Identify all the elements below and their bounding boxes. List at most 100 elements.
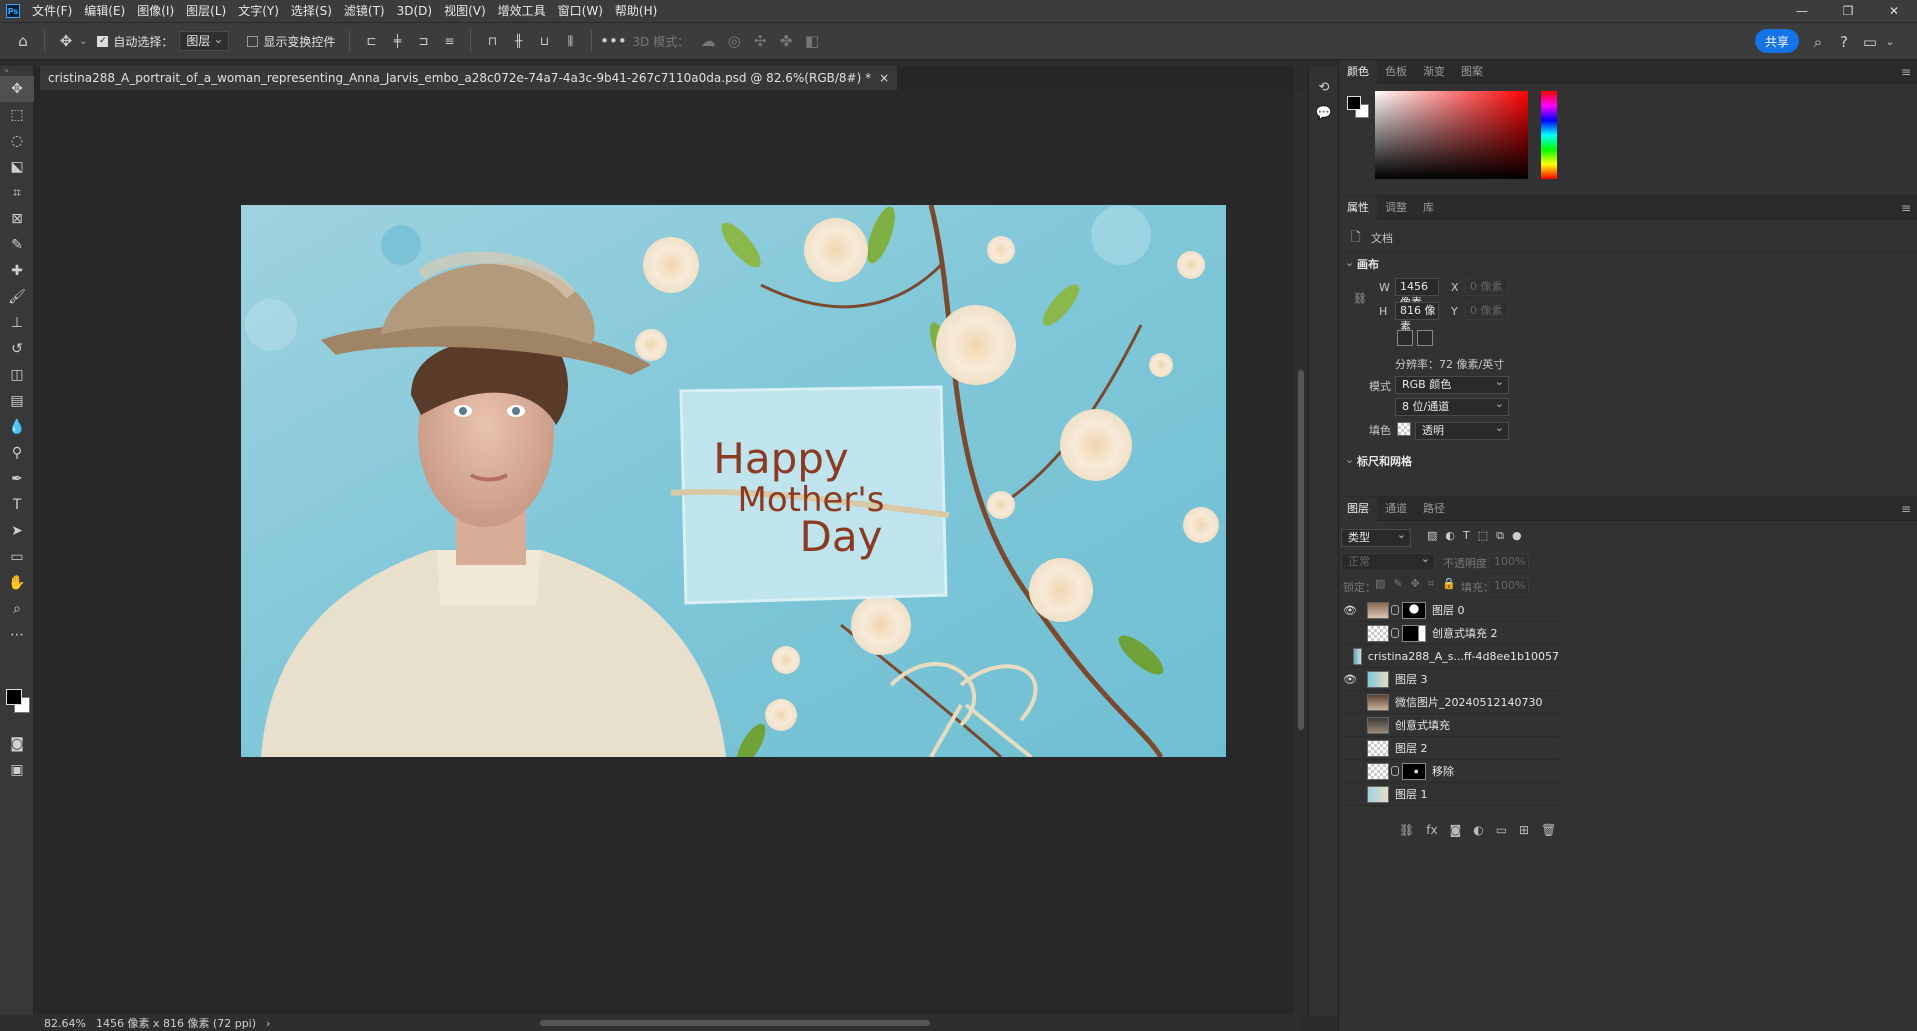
tab-swatches[interactable]: 色板 — [1377, 60, 1415, 84]
align-right-icon[interactable]: ⊐ — [410, 28, 436, 54]
edit-toolbar-icon[interactable]: ⋯ — [0, 622, 34, 648]
brush-tool-icon[interactable]: 🖌 — [0, 284, 34, 310]
layer-name[interactable]: 图层 1 — [1395, 786, 1428, 802]
object-select-tool-icon[interactable]: ⬕ — [0, 154, 34, 180]
menu-type[interactable]: 文字(Y) — [232, 0, 285, 22]
zoom-tool-icon[interactable]: ⌕ — [0, 596, 34, 622]
link-dimensions-icon[interactable]: ⛓ — [1353, 292, 1367, 305]
gradient-tool-icon[interactable]: ▤ — [0, 388, 34, 414]
close-tab-icon[interactable]: × — [879, 66, 889, 90]
menu-plugins[interactable]: 增效工具 — [492, 0, 552, 22]
color-mode-dropdown[interactable]: RGB 颜色 — [1395, 374, 1509, 394]
layer-name[interactable]: 图层 3 — [1395, 671, 1428, 687]
workspace-icon[interactable]: ▭ — [1857, 29, 1883, 55]
menu-help[interactable]: 帮助(H) — [609, 0, 663, 22]
menu-file[interactable]: 文件(F) — [26, 0, 78, 22]
hand-tool-icon[interactable]: ✋ — [0, 570, 34, 596]
hue-slider[interactable] — [1541, 91, 1557, 179]
layer-style-icon[interactable]: fx — [1426, 823, 1437, 837]
new-layer-icon[interactable]: ⊞ — [1519, 823, 1529, 837]
eraser-tool-icon[interactable]: ◫ — [0, 362, 34, 388]
crop-tool-icon[interactable]: ⌗ — [0, 180, 34, 206]
landscape-orientation-icon[interactable] — [1417, 330, 1433, 346]
layer-filter-type-dropdown[interactable]: 类型 — [1341, 527, 1411, 547]
show-transform-checkbox[interactable] — [247, 35, 259, 47]
rulers-grids-section-title[interactable]: 标尺和网格 — [1357, 453, 1412, 469]
filter-shape-icon[interactable]: ⬚ — [1478, 529, 1488, 543]
dodge-tool-icon[interactable]: ⚲ — [0, 440, 34, 466]
tab-layers[interactable]: 图层 — [1339, 496, 1377, 521]
move-tool-icon[interactable]: ✥ — [53, 28, 79, 54]
layer-mask-thumbnail[interactable] — [1402, 762, 1426, 780]
filter-smart-object-icon[interactable]: ⧉ — [1496, 529, 1504, 543]
align-bottom-icon[interactable]: ⊔ — [531, 28, 557, 54]
adjustment-layer-icon[interactable]: ◐ — [1473, 823, 1483, 837]
status-menu-arrow-icon[interactable]: › — [266, 1017, 270, 1030]
tab-color[interactable]: 颜色 — [1339, 59, 1377, 84]
layer-name[interactable]: 微信图片_20240512140730 — [1395, 694, 1542, 710]
tool-preset-chevron-icon[interactable]: ⌄ — [79, 36, 87, 47]
layer-mask-thumbnail[interactable] — [1402, 601, 1426, 619]
align-left-icon[interactable]: ⊏ — [358, 28, 384, 54]
move-tool-icon[interactable]: ✥ — [0, 76, 34, 102]
fill-color-dropdown[interactable]: 透明 — [1415, 420, 1509, 440]
foreground-color-swatch[interactable] — [6, 689, 22, 705]
layer-name[interactable]: 图层 2 — [1395, 740, 1428, 756]
bit-depth-dropdown[interactable]: 8 位/通道 — [1395, 396, 1509, 416]
menu-window[interactable]: 窗口(W) — [552, 0, 609, 22]
document-tab[interactable]: cristina288_A_portrait_of_a_woman_repres… — [40, 66, 898, 90]
menu-layer[interactable]: 图层(L) — [180, 0, 232, 22]
expand-toolbar-icon[interactable]: » — [0, 66, 33, 76]
delete-layer-icon[interactable]: 🗑 — [1541, 823, 1556, 837]
link-layers-icon[interactable]: ⛓ — [1399, 823, 1414, 837]
layer-row[interactable]: cristina288_A_s...ff-4d8ee1b10057 — [1339, 645, 1559, 668]
auto-select-checkbox[interactable]: ✓ — [97, 35, 109, 47]
menu-view[interactable]: 视图(V) — [438, 0, 492, 22]
align-vcenter-icon[interactable]: ╫ — [505, 28, 531, 54]
layer-row[interactable]: 👁 图层 0 — [1339, 599, 1559, 622]
home-icon[interactable]: ⌂ — [10, 28, 36, 54]
vertical-scrollbar[interactable] — [1294, 90, 1308, 1014]
visibility-eye-icon[interactable]: 👁 — [1339, 673, 1361, 686]
layer-name[interactable]: 创意式填充 — [1395, 717, 1450, 733]
frame-tool-icon[interactable]: ⊠ — [0, 206, 34, 232]
rulers-collapse-icon[interactable]: ⌄ — [1345, 453, 1354, 466]
layer-row[interactable]: 微信图片_20240512140730 — [1339, 691, 1559, 714]
tab-libraries[interactable]: 库 — [1415, 196, 1442, 220]
share-button[interactable]: 共享 — [1755, 29, 1799, 53]
distribute-horizontal-icon[interactable]: ⫼ — [557, 28, 583, 54]
layer-row[interactable]: 👁 图层 3 — [1339, 668, 1559, 691]
tab-properties[interactable]: 属性 — [1339, 195, 1377, 220]
auto-select-target-dropdown[interactable]: 图层 — [179, 30, 230, 51]
layer-row[interactable]: 移除 — [1339, 760, 1559, 783]
mask-link-icon[interactable] — [1391, 605, 1399, 615]
more-options-icon[interactable]: ••• — [600, 28, 627, 54]
tab-paths[interactable]: 路径 — [1415, 497, 1453, 521]
tab-gradients[interactable]: 渐变 — [1415, 60, 1453, 84]
help-icon[interactable]: ? — [1831, 29, 1857, 55]
layer-name[interactable]: cristina288_A_s...ff-4d8ee1b10057 — [1368, 650, 1559, 663]
tab-adjustments[interactable]: 调整 — [1377, 196, 1415, 220]
lasso-tool-icon[interactable]: ◌ — [0, 128, 34, 154]
close-button[interactable]: ✕ — [1871, 0, 1917, 22]
layer-name[interactable]: 图层 0 — [1432, 602, 1465, 618]
marquee-tool-icon[interactable]: ⬚ — [0, 102, 34, 128]
menu-select[interactable]: 选择(S) — [285, 0, 338, 22]
menu-3d[interactable]: 3D(D) — [391, 0, 438, 22]
visibility-eye-icon[interactable]: 👁 — [1339, 604, 1361, 617]
filter-adjustment-icon[interactable]: ◐ — [1445, 529, 1455, 543]
layer-row[interactable]: 创意式填充 — [1339, 714, 1559, 737]
panel-menu-icon[interactable]: ≡ — [1901, 497, 1911, 521]
tab-patterns[interactable]: 图案 — [1453, 60, 1491, 84]
layer-mask-thumbnail[interactable] — [1402, 624, 1426, 642]
search-icon[interactable]: ⌕ — [1805, 29, 1831, 55]
screen-mode-icon[interactable]: ▣ — [0, 757, 34, 783]
portrait-orientation-icon[interactable] — [1397, 330, 1413, 346]
filter-toggle-icon[interactable]: ● — [1512, 529, 1522, 543]
canvas-section-title[interactable]: 画布 — [1357, 256, 1379, 272]
canvas-height-field[interactable]: 816 像素 — [1395, 302, 1439, 333]
history-panel-icon[interactable]: ⟲ — [1309, 74, 1339, 100]
add-mask-icon[interactable]: ◙ — [1450, 823, 1462, 837]
eyedropper-tool-icon[interactable]: ✎ — [0, 232, 34, 258]
layer-name[interactable]: 移除 — [1432, 763, 1454, 779]
